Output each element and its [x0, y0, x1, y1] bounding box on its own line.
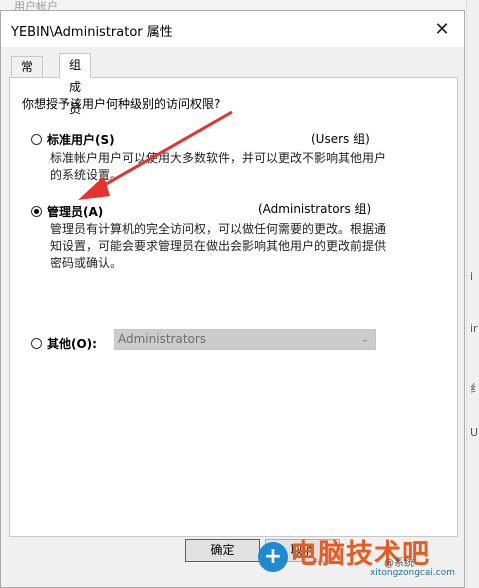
radio-circle-selected — [31, 206, 42, 217]
other-radio[interactable]: 其他(O): — [31, 335, 97, 352]
close-button[interactable]: ✕ — [420, 11, 464, 47]
administrator-description: 管理员有计算机的完全访问权，可以做任何需要的更改。根据通知设置，可能会要求管理员… — [50, 222, 387, 270]
access-question: 你想授予该用户何种级别的访问权限? — [22, 97, 221, 111]
users-group-label: (Users 组) — [311, 132, 370, 146]
dialog-titlebar[interactable]: YEBIN\Administrator 属性 ✕ — [1, 11, 464, 47]
watermark-url: xitongzongcai.com — [370, 568, 455, 578]
other-label: 其他(O): — [47, 337, 97, 351]
group-select[interactable]: Administrators ⌄ — [114, 329, 376, 350]
watermark: + 电脑技术吧 xitongzongcai.com @系统 — [258, 532, 468, 588]
standard-user-radio[interactable]: 标准用户(S) — [31, 131, 115, 148]
administrator-label: 管理员(A) — [47, 205, 104, 219]
chevron-down-icon: ⌄ — [360, 334, 369, 345]
tab-group-membership[interactable]: 组成员 — [59, 53, 92, 116]
administrators-group-label: (Administrators 组) — [258, 202, 372, 216]
radio-circle — [31, 134, 42, 145]
properties-dialog: YEBIN\Administrator 属性 ✕ 常规 组成员 你想授予该用户何… — [0, 10, 465, 588]
background-glyph: i — [470, 270, 474, 283]
radio-circle — [31, 338, 42, 349]
background-glyph: 纟 — [470, 382, 479, 395]
close-icon: ✕ — [434, 18, 450, 40]
plus-logo-icon: + — [258, 542, 288, 572]
group-select-value: Administrators — [118, 332, 207, 346]
background-glyph: ir — [470, 322, 478, 335]
standard-user-label: 标准用户(S) — [47, 133, 115, 147]
watermark-overlay: @系统 — [384, 558, 414, 569]
tab-general[interactable]: 常规 — [11, 56, 44, 94]
background-glyph: U — [470, 426, 479, 439]
background-window-edge: i ir 纟 U — [466, 0, 479, 588]
administrator-radio[interactable]: 管理员(A) — [31, 203, 103, 220]
standard-user-description: 标准帐户用户可以使用大多数软件，并可以更改不影响其他用户的系统设置。 — [50, 151, 387, 182]
dialog-title: YEBIN\Administrator 属性 — [11, 25, 173, 40]
ok-button[interactable]: 确定 — [185, 539, 260, 562]
